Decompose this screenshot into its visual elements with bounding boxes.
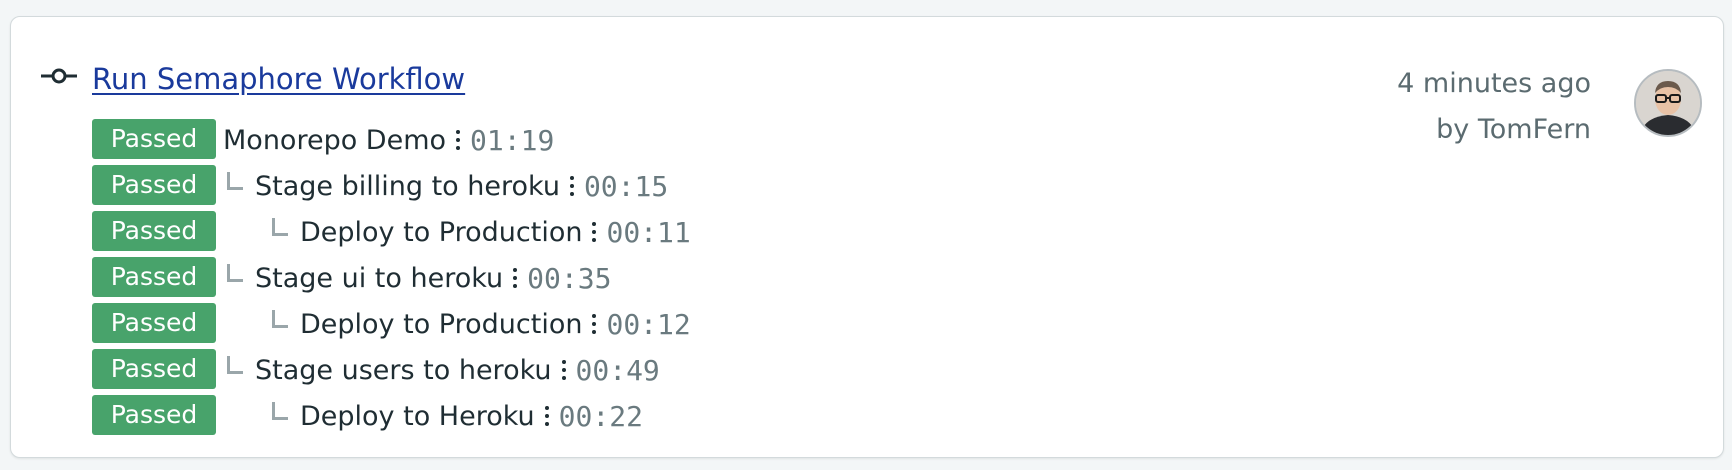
- workflow-meta: 4 minutes ago by TomFern: [1397, 61, 1591, 153]
- more-options-icon[interactable]: [569, 171, 574, 201]
- tree-connector-icon: [272, 310, 288, 328]
- workflow-title-link[interactable]: Run Semaphore Workflow: [92, 62, 465, 96]
- status-badge: Passed: [92, 211, 216, 251]
- pipeline-entry: Stage billing to heroku 00:15: [227, 163, 668, 209]
- commit-icon: [41, 68, 77, 84]
- status-badge: Passed: [92, 165, 216, 205]
- pipeline-entry: Stage ui to heroku 00:35: [227, 255, 611, 301]
- pipeline-name[interactable]: Monorepo Demo: [223, 125, 446, 156]
- pipeline-name[interactable]: Stage billing to heroku: [255, 171, 560, 202]
- more-options-icon[interactable]: [513, 263, 518, 293]
- pipeline-duration: 00:22: [558, 399, 643, 433]
- status-badge: Passed: [92, 119, 216, 159]
- pipeline-entry: Monorepo Demo 01:19: [223, 117, 554, 163]
- status-badge: Passed: [92, 303, 216, 343]
- pipeline-duration: 01:19: [470, 123, 555, 157]
- pipeline-name[interactable]: Stage users to heroku: [255, 355, 552, 386]
- pipeline-duration: 00:49: [575, 353, 660, 387]
- user-avatar-icon: [1636, 71, 1700, 135]
- status-badge: Passed: [92, 349, 216, 389]
- pipeline-duration: 00:11: [606, 215, 691, 249]
- pipeline-entry: Deploy to Heroku 00:22: [272, 393, 643, 439]
- tree-connector-icon: [272, 402, 288, 420]
- tree-connector-icon: [227, 264, 243, 282]
- status-badge: Passed: [92, 257, 216, 297]
- pipeline-entry: Deploy to Production 00:12: [272, 301, 691, 347]
- pipeline-entry: Deploy to Production 00:11: [272, 209, 691, 255]
- pipeline-entry: Stage users to heroku 00:49: [227, 347, 660, 393]
- status-badge: Passed: [92, 395, 216, 435]
- tree-connector-icon: [227, 356, 243, 374]
- more-options-icon[interactable]: [456, 125, 461, 155]
- pipeline-duration: 00:12: [606, 307, 691, 341]
- pipeline-name[interactable]: Deploy to Production: [300, 217, 582, 248]
- more-options-icon[interactable]: [544, 401, 549, 431]
- more-options-icon[interactable]: [561, 355, 566, 385]
- more-options-icon[interactable]: [592, 217, 597, 247]
- tree-connector-icon: [227, 172, 243, 190]
- more-options-icon[interactable]: [592, 309, 597, 339]
- time-ago: 4 minutes ago: [1397, 68, 1591, 99]
- pipeline-name[interactable]: Deploy to Production: [300, 309, 582, 340]
- pipeline-duration: 00:15: [583, 169, 669, 203]
- pipeline-name[interactable]: Stage ui to heroku: [255, 263, 503, 294]
- avatar[interactable]: [1634, 69, 1702, 137]
- author[interactable]: by TomFern: [1397, 107, 1591, 153]
- workflow-card: Run Semaphore Workflow 4 minutes ago by …: [10, 16, 1724, 458]
- pipeline-name[interactable]: Deploy to Heroku: [300, 401, 535, 432]
- pipeline-duration: 00:35: [527, 261, 612, 295]
- tree-connector-icon: [272, 218, 288, 236]
